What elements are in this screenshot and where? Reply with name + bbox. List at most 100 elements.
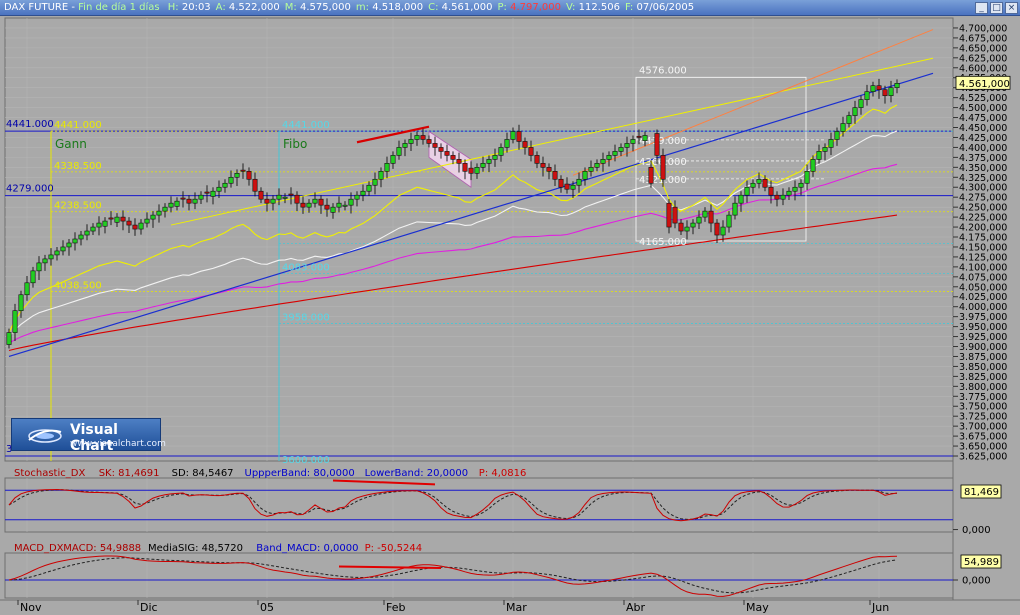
candle-body[interactable] xyxy=(852,107,858,116)
candle-body[interactable] xyxy=(246,171,252,180)
candle-body[interactable] xyxy=(786,190,792,196)
candle-body[interactable] xyxy=(738,194,744,204)
candle-body[interactable] xyxy=(270,198,276,204)
candle-body[interactable] xyxy=(882,89,888,96)
candle-body[interactable] xyxy=(642,135,648,141)
candle-body[interactable] xyxy=(240,169,246,172)
candle-body[interactable] xyxy=(60,246,66,252)
candle-body[interactable] xyxy=(468,167,474,174)
candle-body[interactable] xyxy=(504,139,510,148)
candle-body[interactable] xyxy=(54,250,60,256)
candle-body[interactable] xyxy=(12,310,18,333)
candle-body[interactable] xyxy=(276,194,282,200)
candle-body[interactable] xyxy=(804,171,810,184)
candle-body[interactable] xyxy=(48,254,54,260)
candle-body[interactable] xyxy=(414,135,420,140)
candle-body[interactable] xyxy=(894,83,900,88)
candle-body[interactable] xyxy=(594,163,600,168)
candle-body[interactable] xyxy=(360,190,366,196)
candle-body[interactable] xyxy=(6,332,12,345)
candle-body[interactable] xyxy=(774,194,780,200)
candle-body[interactable] xyxy=(618,147,624,152)
candle-body[interactable] xyxy=(552,171,558,180)
candle-body[interactable] xyxy=(222,182,228,188)
chart-canvas[interactable]: 4.700,0004.675,0004.650,0004.625,0004.60… xyxy=(0,0,1020,615)
candle-body[interactable] xyxy=(702,210,708,218)
candle-body[interactable] xyxy=(378,171,384,180)
candle-body[interactable] xyxy=(18,294,24,311)
candle-body[interactable] xyxy=(576,178,582,186)
candle-body[interactable] xyxy=(36,262,42,272)
candle-body[interactable] xyxy=(264,198,270,204)
candle-body[interactable] xyxy=(660,155,666,180)
candle-body[interactable] xyxy=(792,186,798,192)
candle-body[interactable] xyxy=(480,163,486,168)
candle-body[interactable] xyxy=(384,163,390,172)
candle-body[interactable] xyxy=(72,238,78,244)
candle-body[interactable] xyxy=(726,214,732,228)
candle-body[interactable] xyxy=(834,131,840,140)
candle-body[interactable] xyxy=(492,155,498,160)
candle-body[interactable] xyxy=(456,159,462,164)
candle-body[interactable] xyxy=(486,159,492,164)
candle-body[interactable] xyxy=(816,151,822,160)
candle-body[interactable] xyxy=(450,155,456,160)
candle-body[interactable] xyxy=(606,155,612,160)
candle-body[interactable] xyxy=(864,91,870,100)
candle-body[interactable] xyxy=(366,184,372,192)
candle-body[interactable] xyxy=(168,202,174,208)
candle-body[interactable] xyxy=(720,226,726,236)
candle-body[interactable] xyxy=(228,176,234,184)
candle-body[interactable] xyxy=(420,135,426,140)
candle-body[interactable] xyxy=(66,242,72,248)
candle-body[interactable] xyxy=(810,159,816,172)
candle-body[interactable] xyxy=(888,87,894,96)
candle-body[interactable] xyxy=(828,139,834,148)
candle-body[interactable] xyxy=(402,143,408,148)
candle-body[interactable] xyxy=(750,182,756,188)
candle-body[interactable] xyxy=(570,184,576,190)
candle-body[interactable] xyxy=(114,216,120,223)
candle-body[interactable] xyxy=(762,178,768,188)
candle-body[interactable] xyxy=(516,131,522,142)
candle-body[interactable] xyxy=(306,202,312,208)
candle-body[interactable] xyxy=(126,220,132,226)
candle-body[interactable] xyxy=(648,167,654,184)
candle-body[interactable] xyxy=(90,226,96,232)
candle-body[interactable] xyxy=(342,204,348,207)
candle-body[interactable] xyxy=(84,230,90,236)
candle-body[interactable] xyxy=(192,198,198,204)
candle-body[interactable] xyxy=(354,194,360,200)
candle-body[interactable] xyxy=(798,182,804,188)
candle-body[interactable] xyxy=(846,115,852,124)
candle-body[interactable] xyxy=(780,194,786,200)
candle-body[interactable] xyxy=(840,123,846,132)
candle-body[interactable] xyxy=(768,186,774,196)
candle-body[interactable] xyxy=(138,222,144,230)
candle-body[interactable] xyxy=(180,197,186,200)
candle-body[interactable] xyxy=(546,167,552,172)
candle-body[interactable] xyxy=(678,222,684,232)
candle-body[interactable] xyxy=(150,214,156,220)
candle-body[interactable] xyxy=(120,216,126,222)
candle-body[interactable] xyxy=(162,206,168,212)
candle-body[interactable] xyxy=(186,198,192,204)
candle-body[interactable] xyxy=(528,147,534,156)
candle-body[interactable] xyxy=(156,210,162,216)
candle-body[interactable] xyxy=(42,258,48,264)
candle-body[interactable] xyxy=(288,193,294,196)
candle-body[interactable] xyxy=(210,190,216,197)
candle-body[interactable] xyxy=(876,85,882,90)
candle-body[interactable] xyxy=(294,194,300,204)
candle-body[interactable] xyxy=(408,139,414,144)
candle-body[interactable] xyxy=(432,143,438,148)
candle-body[interactable] xyxy=(438,147,444,152)
candle-body[interactable] xyxy=(672,206,678,224)
candle-body[interactable] xyxy=(858,99,864,108)
candle-body[interactable] xyxy=(318,198,324,206)
candle-body[interactable] xyxy=(108,217,114,220)
candle-body[interactable] xyxy=(234,172,240,178)
candle-body[interactable] xyxy=(522,141,528,148)
candle-body[interactable] xyxy=(336,202,342,208)
candle-body[interactable] xyxy=(96,222,102,228)
